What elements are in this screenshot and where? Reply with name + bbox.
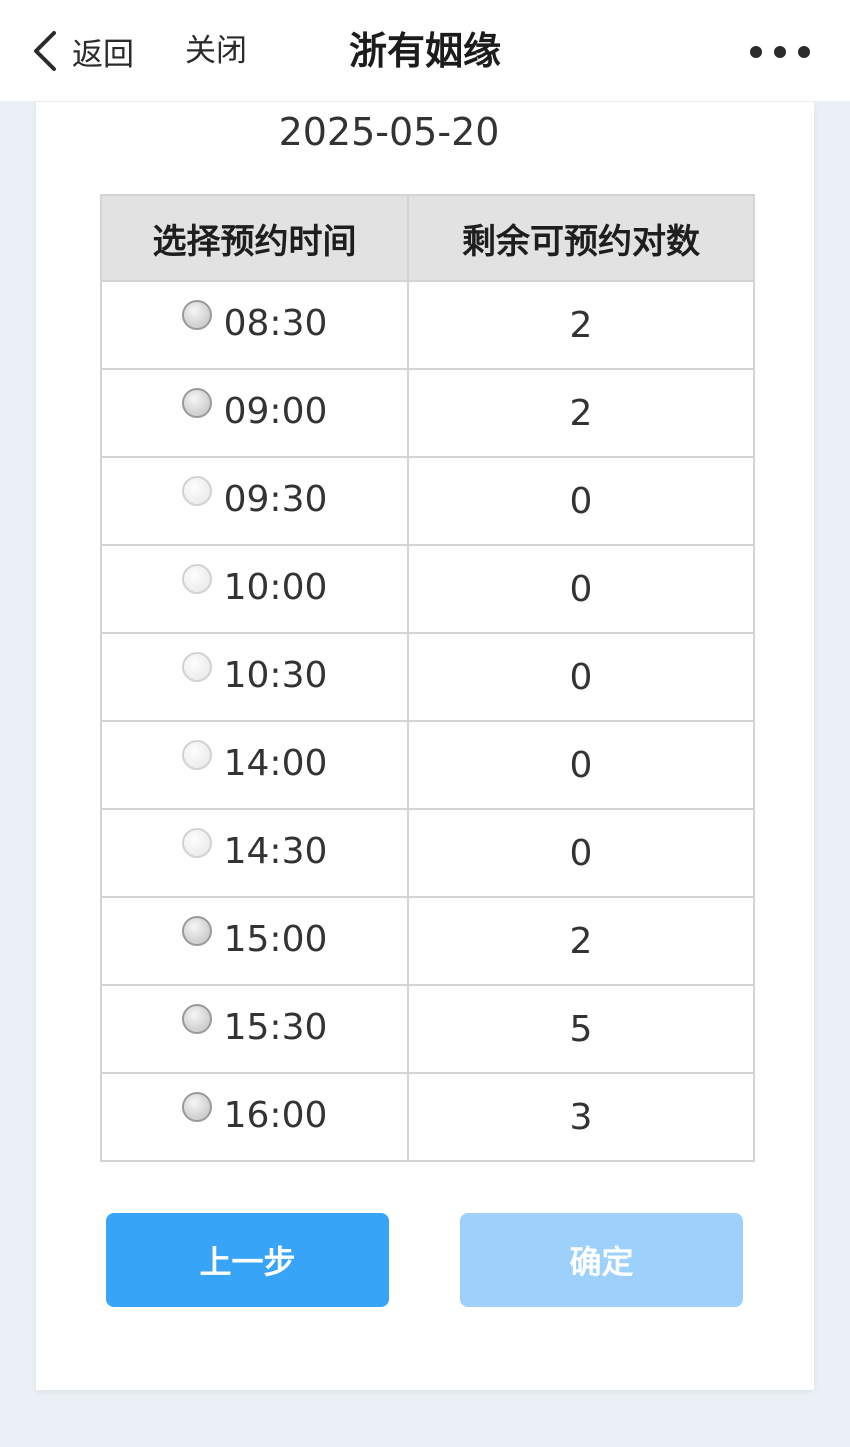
time-cell: 09:30 [100, 456, 409, 546]
header-select-time: 选择预约时间 [100, 194, 409, 282]
time-slot-table: 选择预约时间 剩余可预约对数 08:30 2 09:00 2 09:30 0 1… [100, 194, 755, 1162]
radio-button[interactable] [181, 476, 212, 507]
remaining-count-cell: 2 [407, 280, 755, 370]
table-row: 09:30 0 [100, 456, 755, 546]
table-row: 14:30 0 [100, 808, 755, 898]
booking-date: 2025-05-20 [278, 110, 500, 154]
page-title: 浙有姻缘 [348, 29, 501, 73]
time-slot-label: 14:00 [223, 742, 328, 784]
table-row: 10:00 0 [100, 544, 755, 634]
time-cell: 08:30 [100, 280, 409, 370]
table-row: 14:00 0 [100, 720, 755, 810]
remaining-count-cell: 5 [407, 984, 755, 1074]
radio-button[interactable] [181, 652, 212, 683]
radio-button[interactable] [181, 828, 212, 859]
radio-button[interactable] [181, 564, 212, 595]
time-cell: 15:00 [100, 896, 409, 986]
time-slot-option[interactable]: 14:00 [181, 740, 328, 784]
back-label: 返回 [72, 36, 134, 73]
time-slot-option[interactable]: 15:00 [181, 916, 328, 960]
table-row: 09:00 2 [100, 368, 755, 458]
more-dot [774, 46, 786, 58]
time-slot-option[interactable]: 09:30 [181, 476, 328, 520]
remaining-count-cell: 0 [407, 808, 755, 898]
remaining-count-cell: 0 [407, 456, 755, 546]
time-slot-option[interactable]: 15:30 [181, 1004, 328, 1048]
time-slot-label: 10:30 [223, 654, 328, 696]
time-cell: 09:00 [100, 368, 409, 458]
time-slot-label: 15:00 [223, 918, 328, 960]
table-row: 15:00 2 [100, 896, 755, 986]
remaining-count-cell: 3 [407, 1072, 755, 1162]
radio-button[interactable] [181, 1092, 212, 1123]
time-slot-label: 10:00 [223, 566, 328, 608]
table-row: 08:30 2 [100, 280, 755, 370]
remaining-count-cell: 0 [407, 632, 755, 722]
more-dot [750, 46, 762, 58]
top-navigation-bar: 返回 关闭 浙有姻缘 [0, 0, 850, 102]
time-cell: 15:30 [100, 984, 409, 1074]
chevron-left-icon [34, 31, 56, 71]
table-row: 16:00 3 [100, 1072, 755, 1162]
time-cell: 14:30 [100, 808, 409, 898]
radio-button[interactable] [181, 300, 212, 331]
time-slot-label: 08:30 [223, 302, 328, 344]
close-button[interactable]: 关闭 [185, 26, 247, 76]
header-remaining-count: 剩余可预约对数 [407, 194, 755, 282]
remaining-count-cell: 0 [407, 544, 755, 634]
time-cell: 10:00 [100, 544, 409, 634]
time-slot-label: 14:30 [223, 830, 328, 872]
more-options-icon[interactable] [750, 36, 810, 68]
table-header-row: 选择预约时间 剩余可预约对数 [100, 194, 755, 282]
table-row: 10:30 0 [100, 632, 755, 722]
time-cell: 10:30 [100, 632, 409, 722]
time-slot-label: 09:00 [223, 390, 328, 432]
remaining-count-cell: 2 [407, 896, 755, 986]
time-slot-option[interactable]: 10:00 [181, 564, 328, 608]
time-slot-option[interactable]: 10:30 [181, 652, 328, 696]
time-slot-option[interactable]: 16:00 [181, 1092, 328, 1136]
radio-button[interactable] [181, 388, 212, 419]
time-slot-label: 16:00 [223, 1094, 328, 1136]
radio-button[interactable] [181, 916, 212, 947]
time-slot-option[interactable]: 14:30 [181, 828, 328, 872]
back-button[interactable]: 返回 [30, 26, 134, 76]
radio-button[interactable] [181, 1004, 212, 1035]
time-cell: 16:00 [100, 1072, 409, 1162]
time-cell: 14:00 [100, 720, 409, 810]
remaining-count-cell: 0 [407, 720, 755, 810]
more-dot [798, 46, 810, 58]
radio-button[interactable] [181, 740, 212, 771]
table-row: 15:30 5 [100, 984, 755, 1074]
time-slot-label: 15:30 [223, 1006, 328, 1048]
remaining-count-cell: 2 [407, 368, 755, 458]
previous-step-button[interactable]: 上一步 [106, 1213, 389, 1307]
time-slot-option[interactable]: 08:30 [181, 300, 328, 344]
confirm-button[interactable]: 确定 [460, 1213, 743, 1307]
time-slot-label: 09:30 [223, 478, 328, 520]
time-slot-option[interactable]: 09:00 [181, 388, 328, 432]
